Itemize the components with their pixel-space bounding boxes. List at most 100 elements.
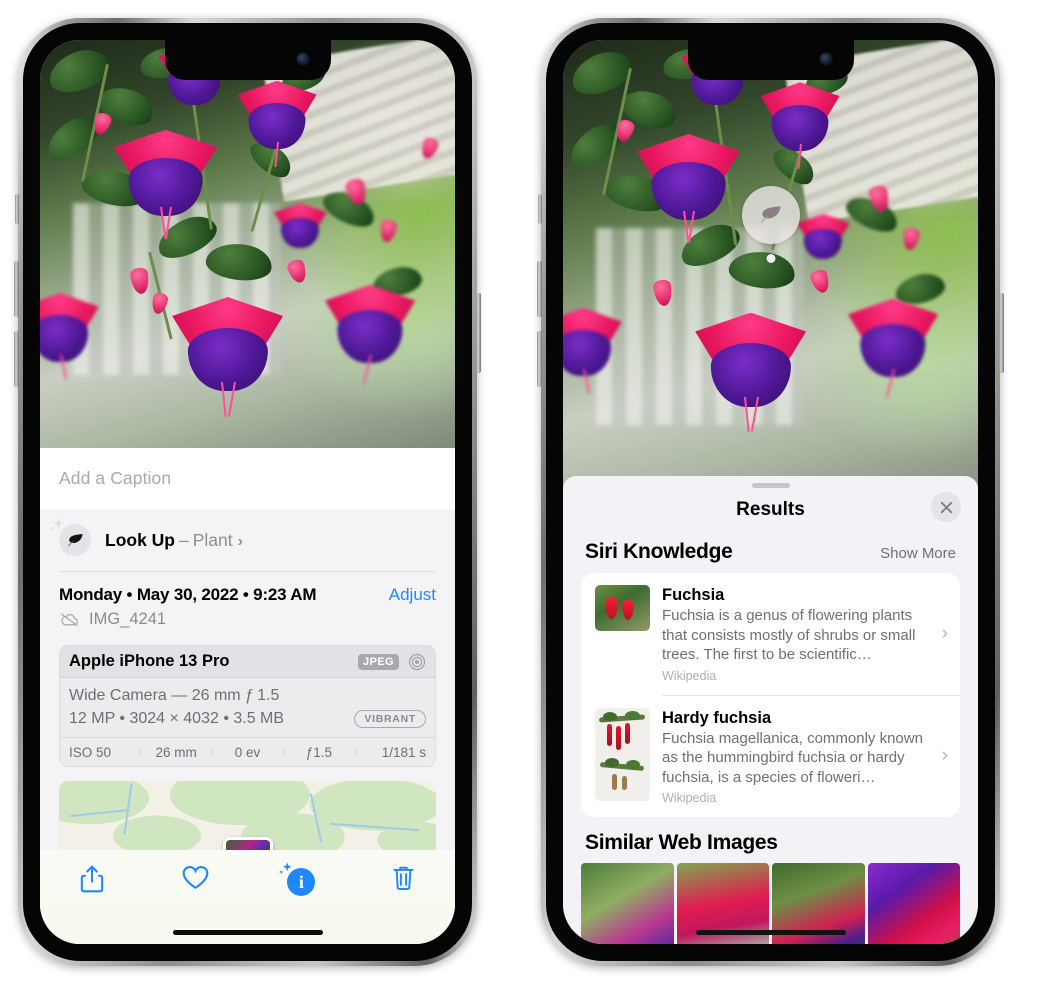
info-glyph: i [287, 868, 316, 896]
style-badge: VIBRANT [354, 710, 426, 728]
leaf-glyph [67, 533, 83, 546]
notch [164, 40, 331, 80]
exif-iso: ISO 50 [69, 744, 112, 760]
look-up-dash: – [179, 529, 189, 550]
screenshot-stage: Add a Caption Look Up – Plant › Monday •… [0, 0, 1055, 985]
icloud-slash-icon [60, 613, 79, 627]
device-name: Apple iPhone 13 Pro [69, 652, 230, 670]
look-up-row[interactable]: Look Up – Plant › [40, 509, 455, 571]
photo-bloom [563, 307, 624, 395]
phone-screen-left: Add a Caption Look Up – Plant › Monday •… [40, 40, 455, 944]
photo-viewer[interactable] [40, 40, 455, 448]
results-header: Results [563, 488, 978, 532]
share-icon [80, 865, 104, 893]
metadata-header: Apple iPhone 13 Pro JPEG [60, 646, 435, 678]
photo-bloom [40, 292, 101, 380]
photo-toolbar: i [40, 850, 455, 944]
aperture-icon [408, 653, 426, 670]
list-item[interactable]: Fuchsia Fuchsia is a genus of flowering … [581, 573, 960, 695]
knowledge-thumbnail [595, 707, 650, 801]
photo-bloom [169, 297, 287, 416]
siri-knowledge-card-group: Fuchsia Fuchsia is a genus of flowering … [581, 573, 960, 817]
home-indicator[interactable] [695, 930, 846, 935]
look-up-label[interactable]: Look Up – Plant › [105, 530, 243, 551]
list-item[interactable]: Hardy fuchsia Fuchsia magellanica, commo… [581, 696, 960, 818]
results-title: Results [736, 499, 805, 520]
share-button[interactable] [40, 864, 144, 894]
visual-lookup-badge[interactable] [741, 186, 800, 244]
volume-up-button[interactable] [537, 261, 542, 317]
format-badge: JPEG [358, 653, 399, 670]
phone-left: Add a Caption Look Up – Plant › Monday •… [14, 18, 481, 966]
favorite-button[interactable] [144, 864, 248, 891]
volume-down-button[interactable] [537, 331, 542, 387]
web-image-tile[interactable] [867, 863, 960, 944]
photo-bloom [758, 82, 842, 170]
photo-bloom [845, 298, 941, 398]
show-more-button[interactable]: Show More [880, 545, 956, 562]
knowledge-description: Fuchsia is a genus of flowering plants t… [662, 607, 916, 663]
knowledge-title: Fuchsia [662, 586, 725, 604]
chevron-right-icon: › [941, 622, 948, 644]
knowledge-text: Hardy fuchsia Fuchsia magellanica, commo… [650, 708, 948, 806]
phone-screen-right: Results Siri Knowledge Show More Fuchsia… [563, 40, 978, 944]
caption-placeholder[interactable]: Add a Caption [59, 468, 171, 489]
front-camera [819, 53, 832, 65]
exif-row: ISO 50 26 mm 0 ev ƒ1.5 1/181 s [60, 737, 435, 766]
results-sheet: Results Siri Knowledge Show More Fuchsia… [563, 476, 978, 944]
photo-bloom [692, 312, 810, 432]
mute-switch[interactable] [15, 194, 19, 224]
chevron-right-icon: › [941, 745, 948, 767]
photo-info-sheet: Add a Caption Look Up – Plant › Monday •… [40, 448, 455, 944]
trash-icon [393, 866, 414, 890]
exif-focal: 26 mm [140, 745, 211, 760]
adjust-button[interactable]: Adjust [389, 585, 436, 605]
power-button[interactable] [476, 293, 481, 373]
knowledge-text: Fuchsia Fuchsia is a genus of flowering … [650, 585, 948, 683]
look-up-subject: Plant [192, 529, 233, 550]
location-map-card[interactable] [59, 781, 436, 859]
notch [687, 40, 854, 80]
exif-aperture: ƒ1.5 [283, 745, 354, 760]
close-button[interactable] [931, 492, 961, 522]
photo-datetime: Monday • May 30, 2022 • 9:23 AM [59, 585, 317, 604]
info-sparkle-icon: i [279, 862, 319, 896]
mute-switch[interactable] [538, 194, 542, 224]
phone-right: Results Siri Knowledge Show More Fuchsia… [537, 18, 1004, 966]
info-button[interactable]: i [248, 862, 352, 896]
photo-bloom [634, 134, 744, 243]
volume-up-button[interactable] [14, 261, 19, 317]
home-indicator[interactable] [172, 930, 323, 935]
photo-bloom [795, 213, 851, 260]
sparkle-icon [51, 518, 64, 530]
similar-web-images-title: Similar Web Images [585, 831, 778, 854]
front-camera [296, 53, 309, 65]
volume-down-button[interactable] [14, 331, 19, 387]
siri-knowledge-header: Siri Knowledge Show More [563, 532, 978, 573]
lens-line: Wide Camera — 26 mm ƒ 1.5 [69, 687, 280, 704]
knowledge-description: Fuchsia magellanica, commonly known as t… [662, 729, 923, 786]
photo-viewer[interactable] [563, 40, 978, 510]
heart-icon [182, 866, 209, 889]
leaf-icon [51, 518, 91, 556]
metadata-body: Wide Camera — 26 mm ƒ 1.5 12 MP • 3024 ×… [60, 678, 435, 737]
metadata-card[interactable]: Apple iPhone 13 Pro JPEG Wide Camera — 2… [59, 645, 436, 767]
leaf-icon [760, 206, 781, 224]
date-time-row: Monday • May 30, 2022 • 9:23 AM Adjust [40, 572, 455, 605]
knowledge-source: Wikipedia [662, 668, 717, 683]
knowledge-thumbnail [595, 585, 650, 631]
photo-bloom [235, 80, 319, 168]
photo-bloom [322, 284, 418, 384]
knowledge-source: Wikipedia [662, 791, 717, 805]
section-title: Siri Knowledge [585, 540, 733, 563]
close-icon [940, 501, 952, 513]
web-image-tile[interactable] [581, 863, 674, 944]
power-button[interactable] [999, 293, 1004, 373]
caption-field-row[interactable]: Add a Caption [40, 448, 455, 509]
visual-lookup-anchor-dot [766, 254, 775, 263]
exif-exposure: 0 ev [211, 745, 283, 760]
chevron-right-icon: › [237, 532, 243, 550]
filename-row: IMG_4241 [40, 605, 455, 629]
photo-filename: IMG_4241 [89, 610, 167, 628]
delete-button[interactable] [351, 864, 455, 892]
